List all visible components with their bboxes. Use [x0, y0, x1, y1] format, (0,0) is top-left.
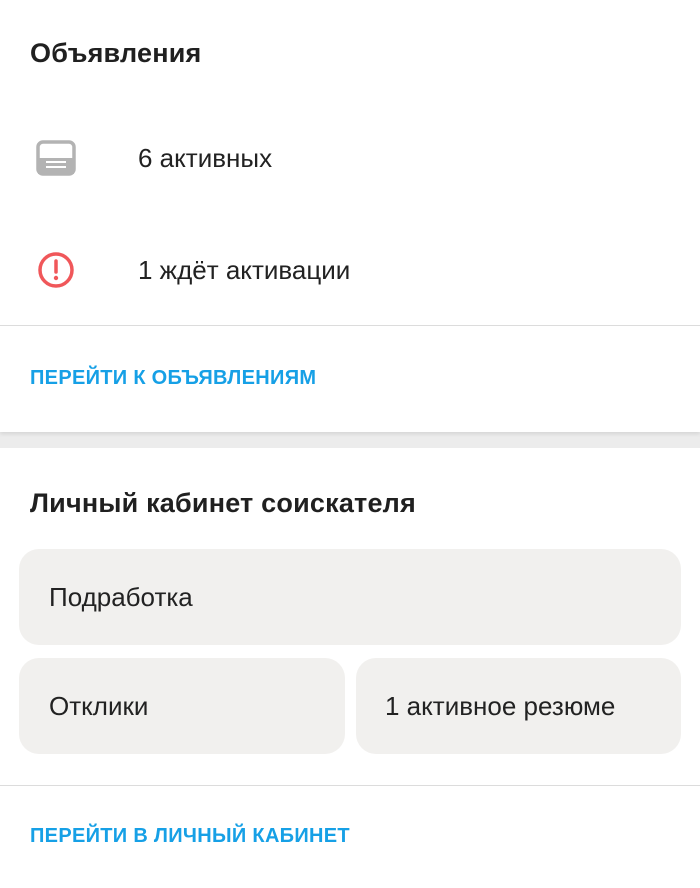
ads-pending-label: 1 ждёт активации	[138, 254, 351, 285]
alert-icon	[36, 250, 76, 290]
responses-label: Отклики	[49, 690, 149, 721]
ads-section-title: Объявления	[30, 38, 202, 68]
ads-active-label: 6 активных	[138, 142, 273, 173]
ads-active-row[interactable]: 6 активных	[0, 118, 700, 198]
divider	[0, 325, 700, 326]
responses-tile[interactable]: Отклики	[19, 658, 345, 754]
active-resume-label: 1 активное резюме	[385, 690, 616, 721]
part-time-tile[interactable]: Подработка	[19, 549, 681, 645]
divider	[0, 785, 700, 786]
active-resume-tile[interactable]: 1 активное резюме	[356, 658, 681, 754]
ads-list-icon	[36, 138, 76, 178]
seeker-card: Личный кабинет соискателя Подработка Отк…	[0, 448, 700, 888]
ads-card: Объявления 6 активных 1 ждёт активации П…	[0, 0, 700, 432]
part-time-label: Подработка	[49, 581, 193, 612]
seeker-section-title: Личный кабинет соискателя	[30, 488, 416, 518]
go-to-cabinet-link[interactable]: ПЕРЕЙТИ В ЛИЧНЫЙ КАБИНЕТ	[30, 825, 350, 848]
ads-pending-row[interactable]: 1 ждёт активации	[0, 230, 700, 310]
go-to-ads-link[interactable]: ПЕРЕЙТИ К ОБЪЯВЛЕНИЯМ	[30, 367, 316, 390]
